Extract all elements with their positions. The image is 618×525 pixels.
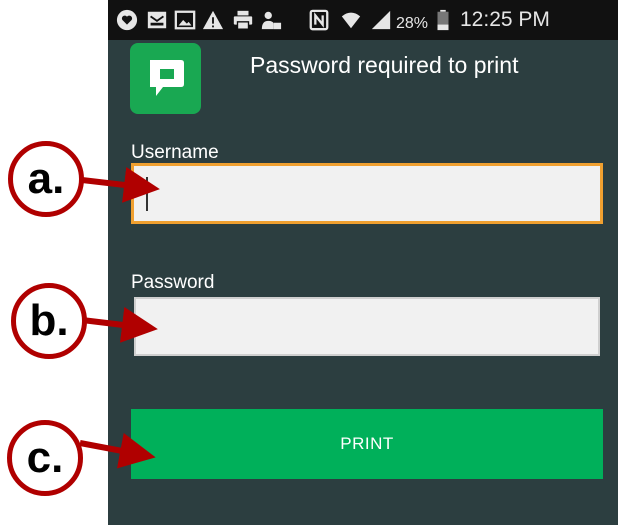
annotation-c: c. bbox=[7, 420, 83, 496]
annotation-a: a. bbox=[8, 141, 84, 217]
arrow-c bbox=[79, 432, 156, 469]
arrow-b bbox=[81, 306, 158, 343]
arrow-a bbox=[81, 167, 160, 203]
annotation-arrows bbox=[79, 167, 160, 469]
annotation-b: b. bbox=[11, 283, 87, 359]
